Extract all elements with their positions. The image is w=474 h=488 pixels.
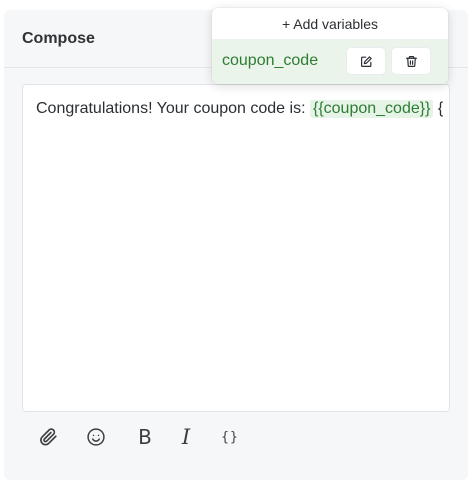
- editor-content[interactable]: Congratulations! Your coupon code is: {{…: [36, 100, 443, 118]
- message-editor[interactable]: Congratulations! Your coupon code is: {{…: [22, 84, 450, 412]
- editor-toolbar: B I {}: [22, 412, 450, 462]
- variable-braces-icon: {}: [221, 429, 239, 445]
- compose-title: Compose: [22, 30, 95, 47]
- trash-icon: [405, 55, 417, 67]
- add-variables-button[interactable]: + Add variables: [212, 8, 448, 39]
- edit-icon: [360, 55, 372, 67]
- editor-text-before: Congratulations! Your coupon code is:: [36, 100, 310, 117]
- delete-variable-button[interactable]: [392, 48, 430, 74]
- emoji-button[interactable]: [84, 425, 108, 449]
- paperclip-icon: [40, 428, 57, 446]
- italic-button[interactable]: I: [174, 425, 198, 449]
- edit-variable-button[interactable]: [347, 48, 385, 74]
- insert-variable-button[interactable]: {}: [216, 425, 244, 449]
- variable-item[interactable]: coupon_code: [212, 39, 448, 84]
- emoji-icon: [87, 428, 105, 446]
- bold-button[interactable]: B: [133, 425, 157, 449]
- editor-text-after: {: [433, 100, 443, 117]
- bold-icon: B: [138, 425, 152, 449]
- attach-button[interactable]: [36, 425, 60, 449]
- variable-chip-coupon-code[interactable]: {{coupon_code}}: [309, 100, 434, 118]
- variables-popover: + Add variables coupon_code: [212, 8, 448, 84]
- variable-name[interactable]: coupon_code: [222, 52, 318, 70]
- italic-icon: I: [181, 425, 191, 449]
